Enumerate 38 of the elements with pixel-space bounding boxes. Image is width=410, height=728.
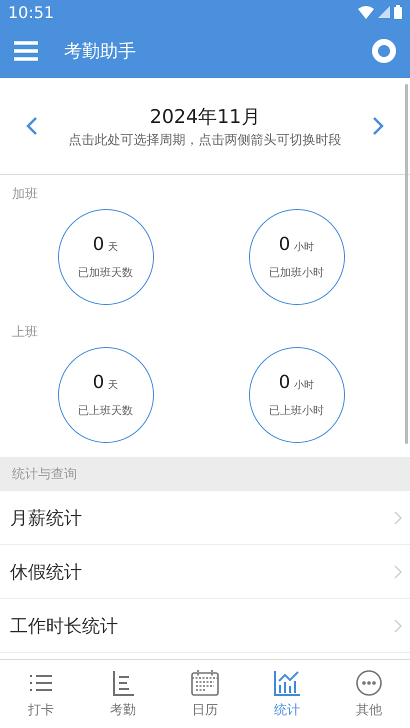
status-time: 10:51 [8,2,54,22]
section-title: 统计与查询 [12,466,77,483]
group-label: 上班 [11,324,39,342]
wifi-icon [358,6,374,18]
stat-value: 0 天 [92,372,118,393]
group-label: 加班 [11,186,39,204]
stat-caption: 已加班天数 [78,265,133,280]
stat-value: 0 天 [92,234,118,255]
period-selector[interactable]: 2024年11月 点击此处可选择周期，点击两侧箭头可切换时段 [38,104,372,148]
period-title: 2024年11月 [150,104,260,130]
battery-icon [394,5,402,19]
signal-icon [378,6,390,18]
stat-caption: 已加班小时 [269,265,324,280]
nav-tab[interactable]: 考勤 [82,660,164,728]
period-hint: 点击此处可选择周期，点击两侧箭头可切换时段 [68,132,342,148]
menu-icon [14,41,38,61]
calendar-icon [190,669,220,697]
stat-value: 0 小时 [278,372,314,393]
next-button[interactable] [372,116,384,136]
more-icon [354,669,384,697]
chevron-right-icon [394,564,402,578]
nav-tab[interactable]: 统计 [246,660,328,728]
app-title: 考勤助手 [64,40,137,63]
nav-tab[interactable]: 日历 [164,660,246,728]
ring-icon [372,39,396,63]
chevron-right-icon [372,116,384,136]
chart-icon [272,669,302,697]
menu-button[interactable] [14,41,38,61]
chevron-left-icon [26,116,38,136]
chevron-right-icon [394,618,402,632]
ring-button[interactable] [372,39,396,63]
chevron-right-icon [394,510,402,524]
stat-caption: 已上班天数 [78,403,133,418]
stat-value: 0 小时 [278,234,314,255]
nav-tab[interactable]: 其他 [328,660,410,728]
stat-caption: 已上班小时 [269,403,324,418]
nav-tab[interactable]: 打卡 [0,660,82,728]
previous-button[interactable] [26,116,38,136]
